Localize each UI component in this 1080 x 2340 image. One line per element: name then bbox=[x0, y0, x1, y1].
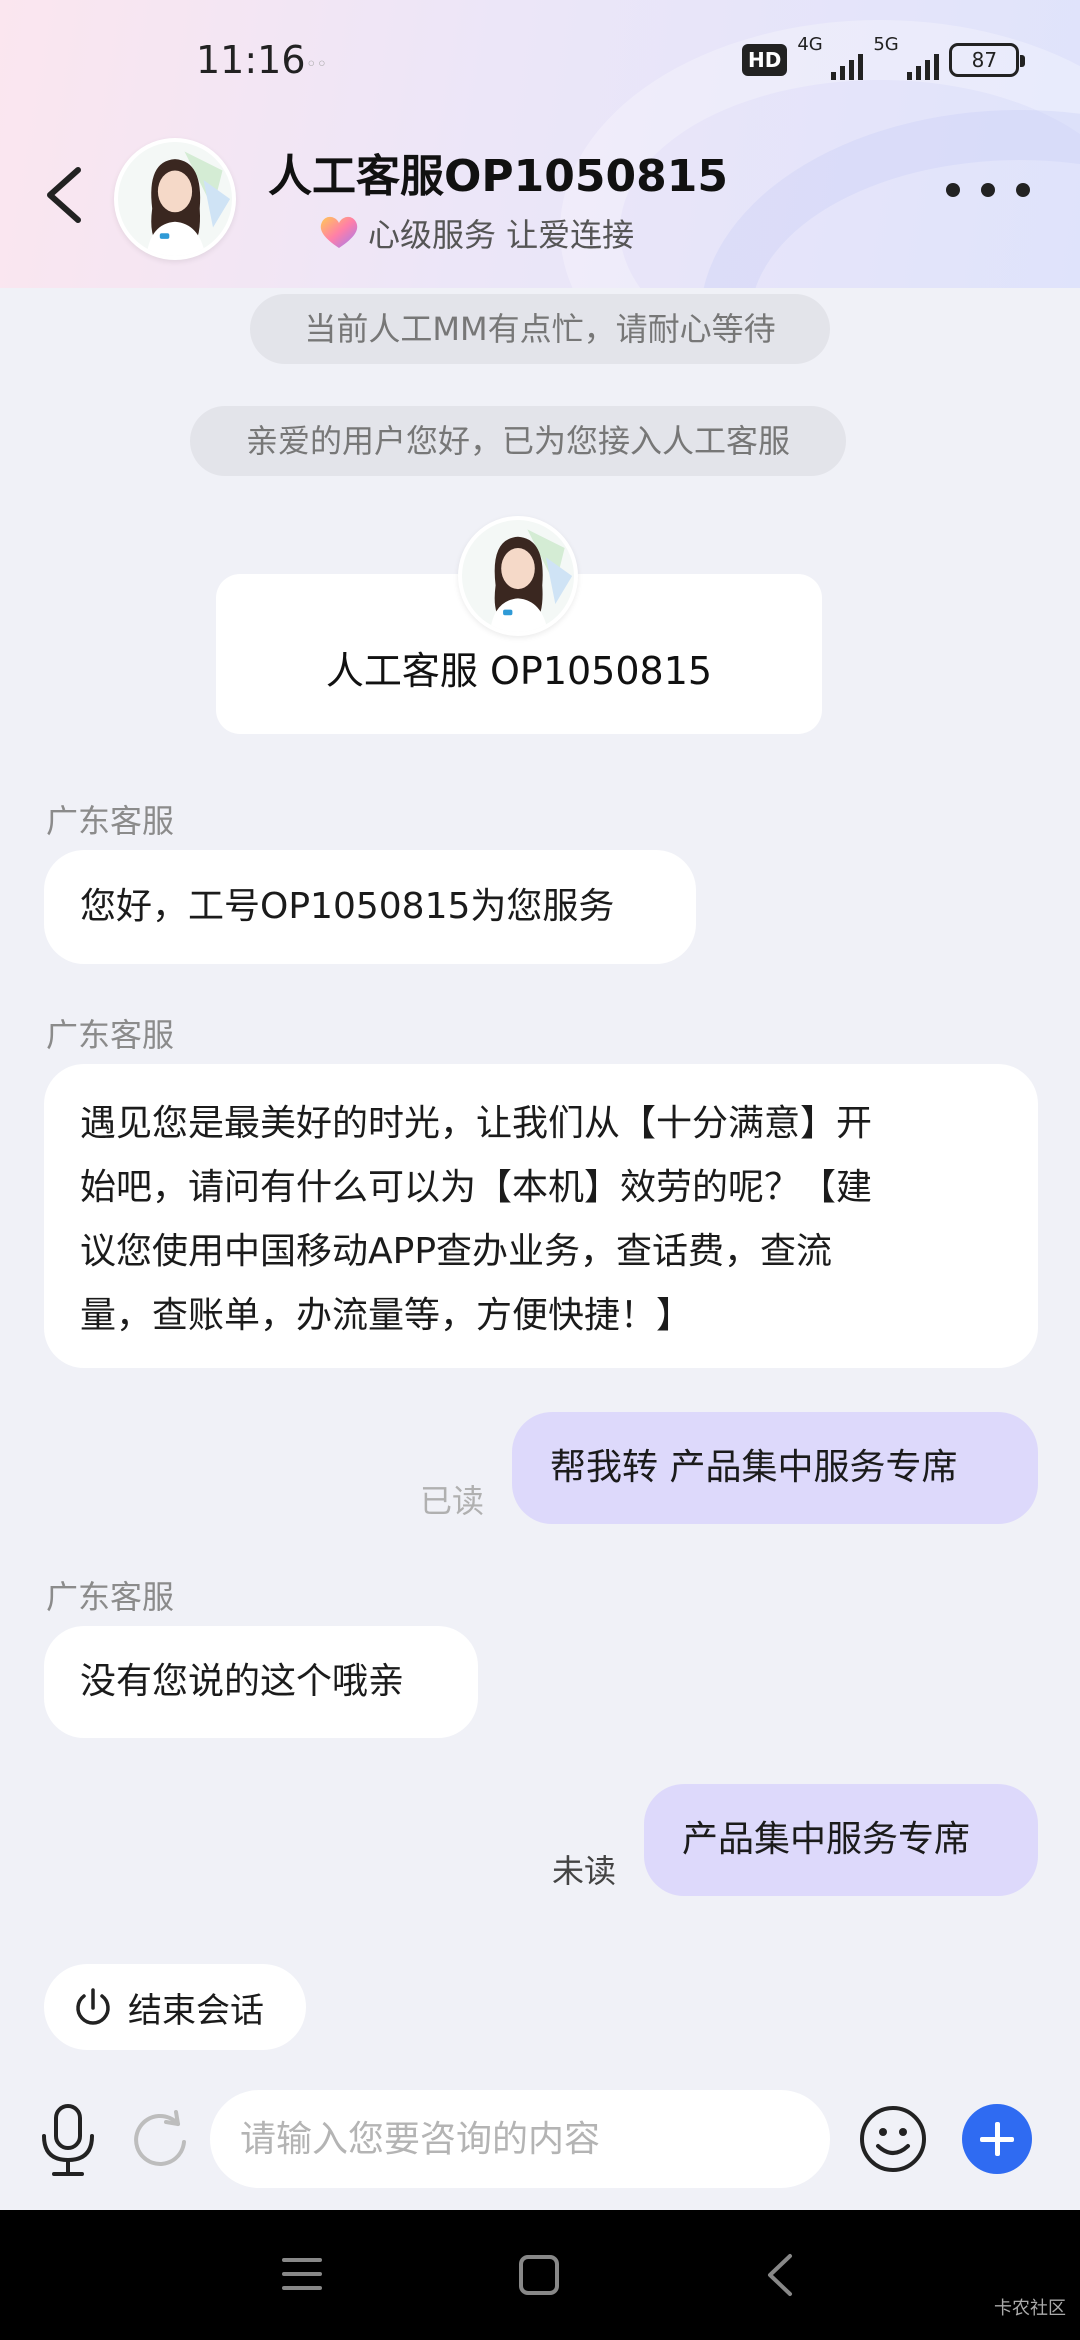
status-notification-icon: ◦◦ bbox=[306, 54, 328, 75]
system-nav-bar: 卡农社区 bbox=[0, 2210, 1080, 2340]
message-text: 没有您说的这个哦亲 bbox=[80, 1661, 405, 1702]
chat-header: 11:16 ◦◦ HD 4G 5G 87 人工客服OP1050815 心级服务 … bbox=[0, 0, 1080, 288]
end-session-label: 结束会话 bbox=[128, 1990, 264, 2031]
agent-portrait-image bbox=[462, 520, 574, 632]
status-indicators: HD 4G 5G 87 bbox=[742, 34, 1026, 82]
message-text-line: 量，查账单，办流量等，方便快捷！】 bbox=[80, 1295, 693, 1336]
system-notice-connected: 亲爱的用户您好，已为您接入人工客服 bbox=[190, 406, 846, 476]
refresh-icon[interactable] bbox=[130, 2110, 192, 2172]
agent-card-title: 人工客服 OP1050815 bbox=[325, 649, 713, 693]
input-bar bbox=[0, 2070, 1080, 2210]
chevron-left-icon bbox=[47, 167, 81, 223]
signal-4g-icon: 4G bbox=[797, 34, 864, 82]
home-icon[interactable] bbox=[518, 2254, 560, 2296]
message-text: 您好，工号OP1050815为您服务 bbox=[80, 886, 615, 927]
battery-icon: 87 bbox=[949, 43, 1026, 77]
microphone-icon[interactable] bbox=[36, 2102, 100, 2178]
message-text-line: 始吧，请问有什么可以为【本机】效劳的呢？【建 bbox=[80, 1167, 873, 1208]
more-options-button[interactable] bbox=[946, 176, 1030, 204]
power-icon bbox=[76, 1988, 110, 2025]
system-notice-busy: 当前人工MM有点忙，请耐心等待 bbox=[250, 294, 830, 364]
message-sender: 广东客服 bbox=[46, 1578, 175, 1616]
message-text: 产品集中服务专席 bbox=[682, 1819, 971, 1860]
status-time: 11:16 bbox=[196, 38, 306, 82]
message-text-line: 遇见您是最美好的时光，让我们从【十分满意】开 bbox=[80, 1103, 873, 1144]
outgoing-message: 产品集中服务专席 bbox=[644, 1784, 1038, 1896]
end-session-button[interactable]: 结束会话 bbox=[44, 1964, 306, 2050]
smiley-icon[interactable] bbox=[858, 2104, 928, 2174]
watermark: 卡农社区 bbox=[994, 2298, 1066, 2319]
add-attachment-button[interactable] bbox=[962, 2104, 1032, 2174]
agent-card-avatar[interactable] bbox=[458, 516, 578, 636]
message-text-line: 议您使用中国移动APP查办业务，查话费，查流 bbox=[80, 1231, 833, 1272]
nav-back-icon[interactable] bbox=[760, 2252, 800, 2298]
message-input[interactable] bbox=[210, 2090, 830, 2188]
agent-name: 人工客服OP1050815 bbox=[268, 151, 728, 202]
incoming-message: 遇见您是最美好的时光，让我们从【十分满意】开 始吧，请问有什么可以为【本机】效劳… bbox=[44, 1064, 1038, 1368]
more-dots-icon bbox=[946, 183, 960, 197]
status-bar: 11:16 ◦◦ HD 4G 5G 87 bbox=[0, 0, 1080, 120]
outgoing-message: 帮我转 产品集中服务专席 bbox=[512, 1412, 1038, 1524]
hd-badge: HD bbox=[742, 44, 788, 76]
message-text: 帮我转 产品集中服务专席 bbox=[550, 1447, 958, 1488]
message-sender: 广东客服 bbox=[46, 802, 175, 840]
menu-icon[interactable] bbox=[280, 2254, 324, 2294]
agent-portrait-image bbox=[118, 142, 232, 256]
agent-slogan: 心级服务 让爱连接 bbox=[368, 216, 635, 254]
network-type-label: 5G bbox=[873, 34, 899, 55]
incoming-message: 您好，工号OP1050815为您服务 bbox=[44, 850, 696, 964]
battery-level: 87 bbox=[971, 48, 998, 72]
back-button[interactable] bbox=[36, 160, 96, 230]
message-sender: 广东客服 bbox=[46, 1016, 175, 1054]
heart-icon bbox=[320, 216, 358, 248]
unread-status: 未读 bbox=[552, 1852, 617, 1890]
agent-avatar[interactable] bbox=[114, 138, 236, 260]
network-type-label: 4G bbox=[797, 34, 823, 55]
signal-5g-icon: 5G bbox=[873, 34, 940, 82]
incoming-message: 没有您说的这个哦亲 bbox=[44, 1626, 478, 1738]
read-status: 已读 bbox=[420, 1482, 485, 1520]
